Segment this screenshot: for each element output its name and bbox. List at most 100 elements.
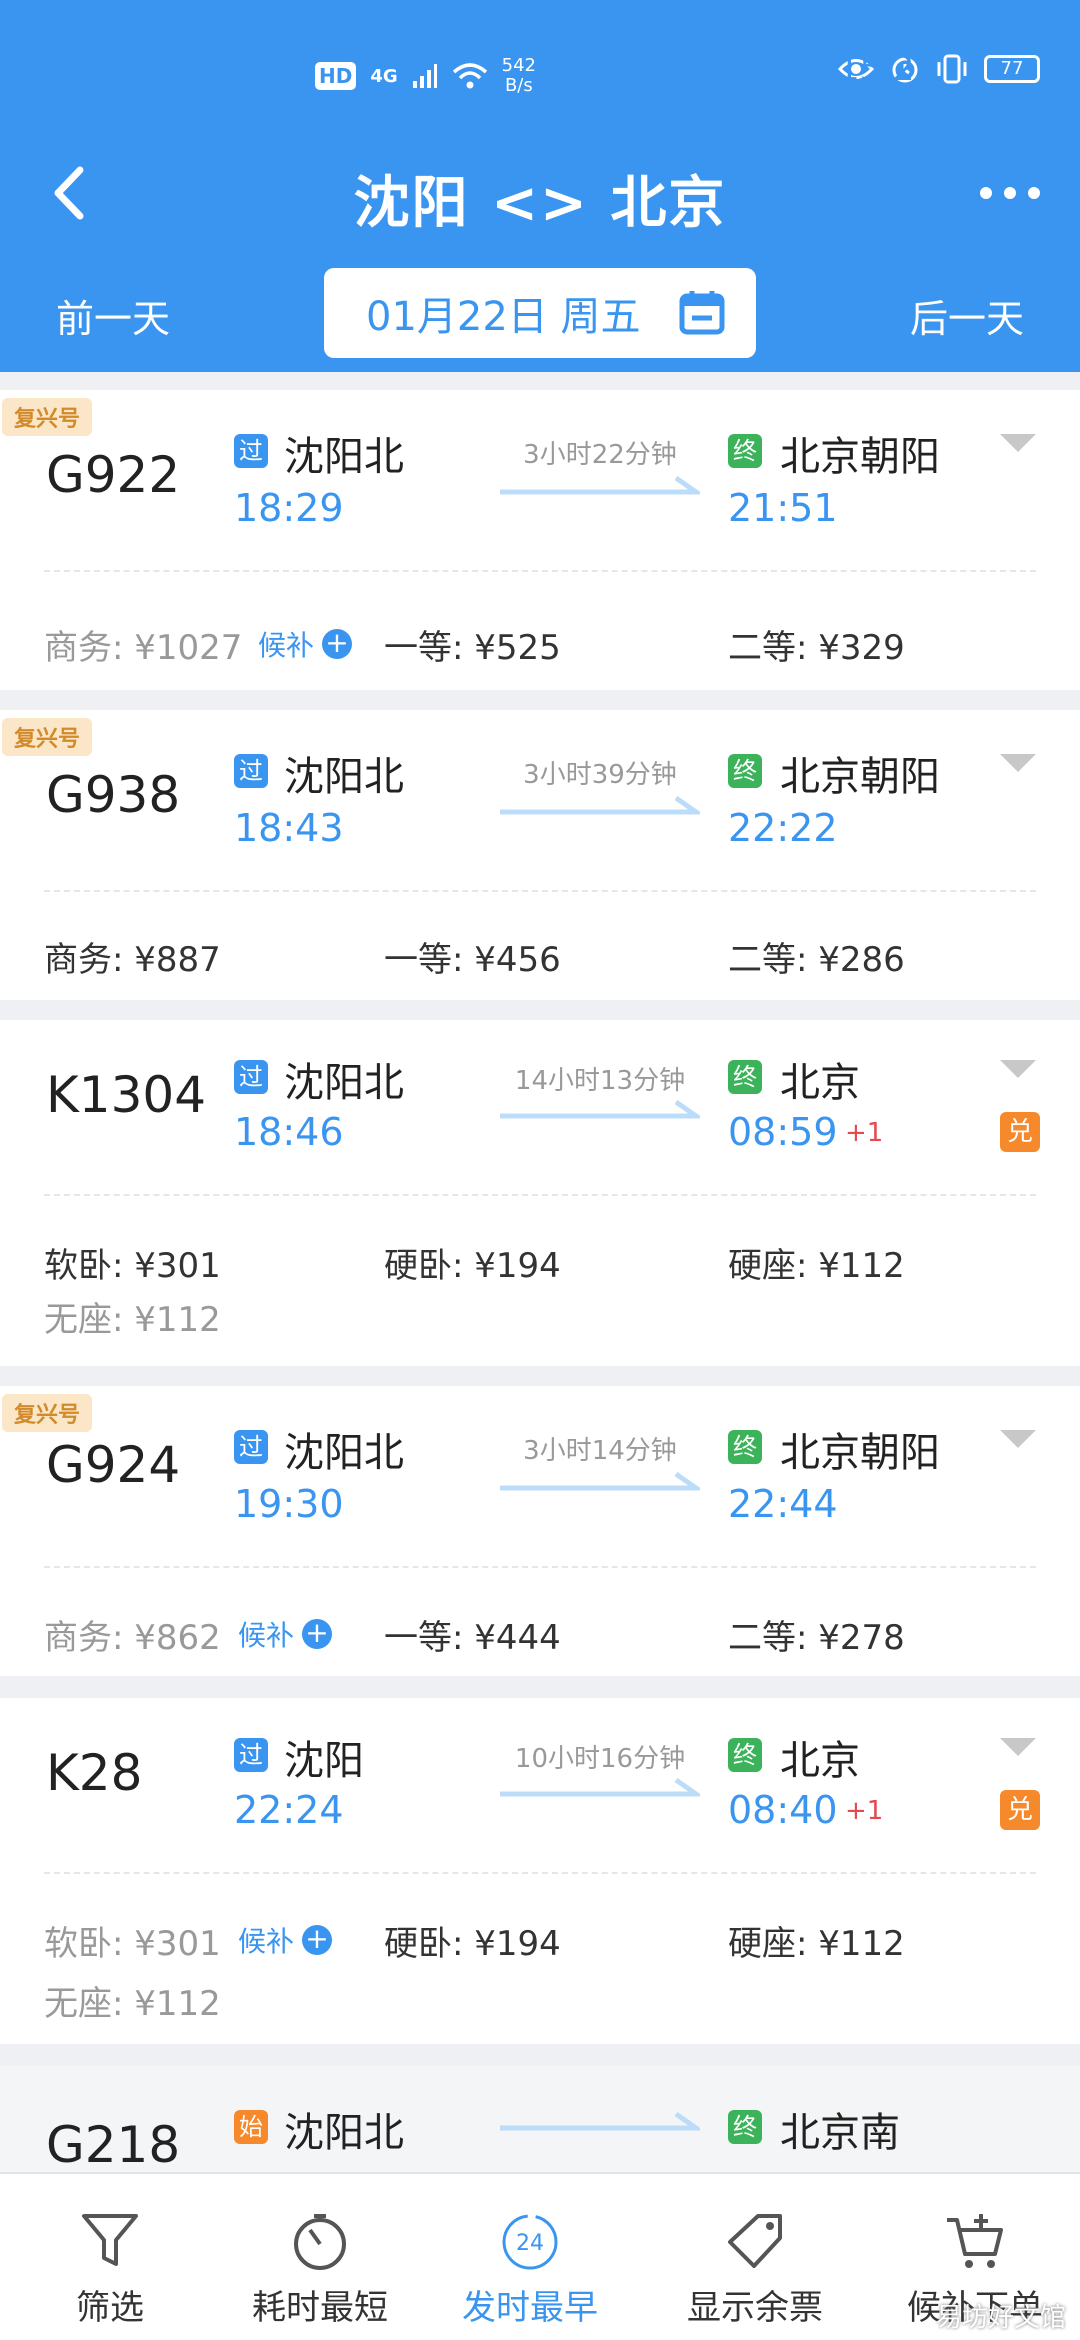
divider (44, 1872, 1036, 1874)
header: HD 4G 542 B/s 77 15:27 沈阳 <> 北京 前一天 01月22… (0, 0, 1080, 372)
price-hard-sleeper: 硬卧: ¥194 (384, 1924, 561, 1964)
tab-filter[interactable]: 筛选 (20, 2174, 200, 2340)
chevron-down-icon[interactable] (1000, 1060, 1036, 1080)
price-first: 一等: ¥444 (384, 1618, 561, 1658)
pass-tag: 过 (234, 434, 268, 468)
houbu-label: 候补 (258, 629, 315, 662)
chevron-down-icon[interactable] (1000, 1430, 1036, 1450)
net-speed: 542 B/s (502, 56, 536, 96)
plus-icon: + (302, 1925, 333, 1955)
hd-icon: HD (315, 62, 357, 90)
arrow-icon (500, 796, 700, 815)
wifi-icon (452, 63, 487, 89)
train-number: G938 (46, 766, 181, 824)
arrive-time: 21:51 (728, 486, 838, 530)
arrow-icon (500, 1778, 700, 1797)
date-picker[interactable]: 01月22日 周五 (324, 268, 756, 358)
price-second: 二等: ¥278 (728, 1618, 905, 1658)
start-tag: 始 (234, 2110, 268, 2144)
houbu-button[interactable]: 候补 + (238, 1614, 333, 1654)
price-hard-seat: 硬座: ¥112 (728, 1246, 905, 1286)
train-card[interactable]: 复兴号 G922 过 沈阳北 18:29 3小时22分钟 终 北京朝阳 21:5… (0, 390, 1080, 690)
tab-label: 显示余票 (687, 2288, 823, 2328)
train-number: K28 (46, 1744, 143, 1802)
next-day-button[interactable]: 后一天 (910, 288, 1024, 343)
date-label: 01月22日 周五 (366, 294, 641, 340)
tab-earliest-depart[interactable]: 24 发时最早 (440, 2174, 620, 2340)
end-tag: 终 (728, 754, 762, 788)
train-number: G924 (46, 1436, 181, 1494)
stopwatch-icon (294, 2214, 346, 2270)
price-first: 一等: ¥525 (384, 628, 561, 668)
date-row: 前一天 01月22日 周五 后一天 (0, 268, 1080, 358)
chevron-down-icon[interactable] (1000, 754, 1036, 774)
end-tag: 终 (728, 1738, 762, 1772)
depart-time: 18:43 (234, 806, 344, 850)
tab-shortest-duration[interactable]: 耗时最短 (230, 2174, 410, 2340)
price-business: 商务: ¥1027 (44, 628, 243, 668)
houbu-label: 候补 (238, 1925, 295, 1958)
end-tag: 终 (728, 434, 762, 468)
divider (44, 1566, 1036, 1568)
depart-time: 22:24 (234, 1788, 344, 1832)
price-soft-sleeper: 软卧: ¥301 (44, 1924, 221, 1964)
train-number: G218 (46, 2116, 181, 2174)
end-tag: 终 (728, 2110, 762, 2144)
depart-time: 18:46 (234, 1110, 344, 1154)
price-no-seat: 无座: ¥112 (44, 1300, 221, 1340)
status-bar: HD 4G 542 B/s 77 15:27 (0, 48, 1080, 108)
train-card[interactable]: 复兴号 G938 过 沈阳北 18:43 3小时39分钟 终 北京朝阳 22:2… (0, 710, 1080, 1000)
prev-day-button[interactable]: 前一天 (56, 288, 170, 343)
price-hard-seat: 硬座: ¥112 (728, 1924, 905, 1964)
to-station: 北京朝阳 (780, 754, 940, 800)
to-station: 北京南 (780, 2110, 900, 2156)
exchange-badge[interactable]: 兑 (1000, 1112, 1040, 1152)
plus-icon: + (302, 1619, 333, 1649)
plus-day-label: +1 (845, 1118, 884, 1148)
tab-label: 发时最早 (462, 2288, 598, 2328)
arrive-time: 08:59 (728, 1110, 838, 1154)
tab-label: 筛选 (76, 2288, 144, 2328)
houbu-button[interactable]: 候补 + (258, 624, 353, 664)
calendar-icon (679, 291, 725, 335)
price-first: 一等: ¥456 (384, 940, 561, 980)
divider (44, 1194, 1036, 1196)
clock-24-icon: 24 (502, 2214, 558, 2270)
train-card[interactable]: K1304 过 沈阳北 18:46 14小时13分钟 终 北京 08:59 +1… (0, 1020, 1080, 1366)
filter-icon (82, 2214, 138, 2266)
fuxing-badge: 复兴号 (2, 718, 93, 756)
divider (44, 890, 1036, 892)
price-no-seat: 无座: ¥112 (44, 1984, 221, 2024)
train-number: K1304 (46, 1066, 207, 1124)
clock-24-text: 24 (516, 2231, 544, 2256)
page-title: 沈阳 <> 北京 (353, 171, 727, 236)
more-menu-icon[interactable] (970, 178, 1050, 208)
chevron-down-icon[interactable] (1000, 1738, 1036, 1758)
houbu-button[interactable]: 候补 + (238, 1920, 333, 1960)
fuxing-badge: 复兴号 (2, 398, 93, 436)
chevron-down-icon[interactable] (1000, 434, 1036, 454)
exchange-badge[interactable]: 兑 (1000, 1790, 1040, 1830)
price-second: 二等: ¥286 (728, 940, 905, 980)
divider (44, 570, 1036, 572)
price-business: 商务: ¥862 (44, 1618, 221, 1658)
price-second: 二等: ¥329 (728, 628, 905, 668)
tab-show-remaining[interactable]: 显示余票 (660, 2174, 850, 2340)
pass-tag: 过 (234, 1060, 268, 1094)
train-card[interactable]: G218 始 沈阳北 终 北京南 (0, 2066, 1080, 2186)
end-tag: 终 (728, 1430, 762, 1464)
duration: 3小时39分钟 (523, 760, 677, 790)
watermark: 易坊好文馆 (935, 2303, 1066, 2333)
to-station: 北京 (780, 1060, 860, 1106)
from-station: 沈阳 (284, 1738, 364, 1784)
fuxing-badge: 复兴号 (2, 1394, 93, 1432)
to-station: 北京 (780, 1738, 860, 1784)
from-station: 沈阳北 (284, 754, 404, 800)
from-station: 沈阳北 (284, 434, 404, 480)
from-station: 沈阳北 (284, 2110, 404, 2156)
ticket-tag-icon (728, 2214, 782, 2268)
train-card[interactable]: 复兴号 G924 过 沈阳北 19:30 3小时14分钟 终 北京朝阳 22:4… (0, 1386, 1080, 1676)
pass-tag: 过 (234, 1738, 268, 1772)
train-card[interactable]: K28 过 沈阳 22:24 10小时16分钟 终 北京 08:40 +1 兑 … (0, 1698, 1080, 2044)
from-station: 沈阳北 (284, 1060, 404, 1106)
